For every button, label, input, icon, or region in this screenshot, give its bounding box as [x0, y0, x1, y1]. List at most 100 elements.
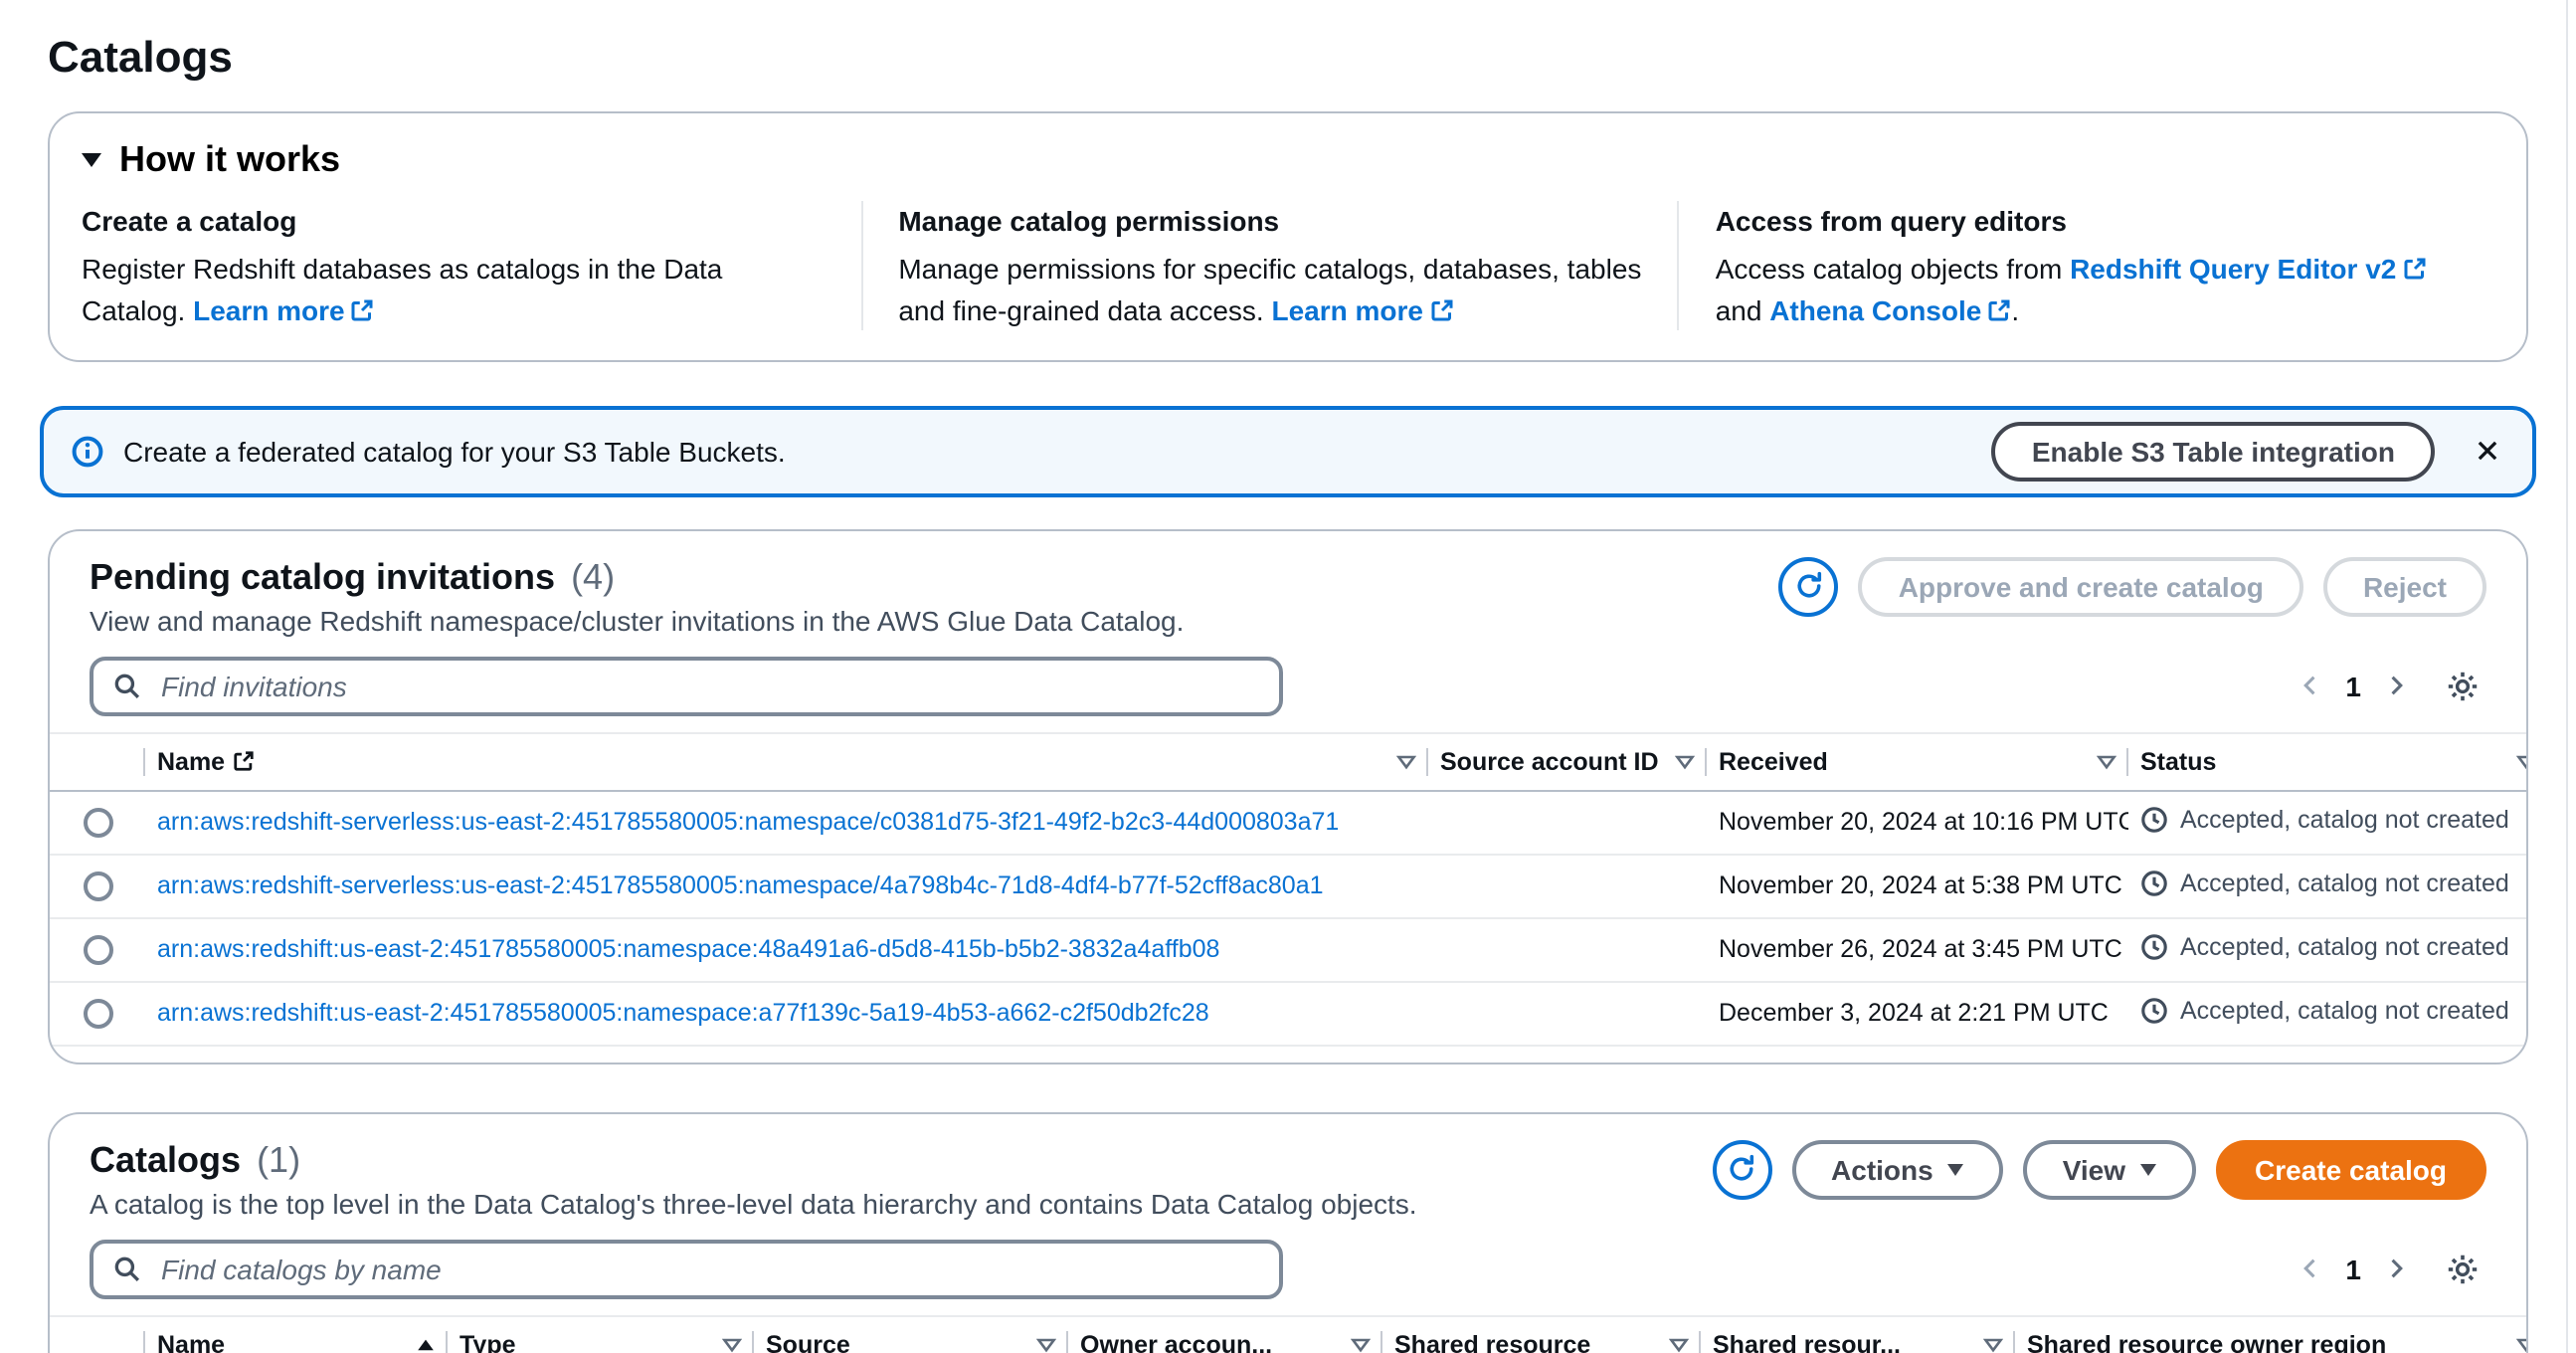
external-link-icon	[351, 297, 375, 321]
create-catalog-button[interactable]: Create catalog	[2215, 1140, 2486, 1200]
catalogs-header: Catalogs (1) A catalog is the top level …	[50, 1114, 2526, 1220]
how-it-works-toggle[interactable]: How it works	[82, 139, 340, 181]
column-header-name[interactable]: Name	[145, 733, 1428, 791]
athena-console-link[interactable]: Athena Console	[1769, 293, 2011, 325]
column-header-shared-resource-2[interactable]: Shared resour...	[1701, 1316, 2015, 1353]
next-page-button[interactable]	[2377, 670, 2415, 703]
row-radio[interactable]	[83, 871, 112, 901]
pending-invitations-count: (4)	[571, 557, 615, 599]
catalogs-header-text: Catalogs (1) A catalog is the top level …	[90, 1140, 1417, 1220]
column-header-source-account-id[interactable]: Source account ID	[1428, 733, 1707, 791]
catalogs-search-input[interactable]	[157, 1252, 1259, 1287]
selection-column-header	[50, 733, 145, 791]
status-badge: Accepted, catalog not created	[2140, 870, 2509, 897]
clock-icon	[2140, 997, 2168, 1025]
col-text: Register Redshift databases as catalogs …	[82, 250, 825, 330]
close-banner-button[interactable]	[2471, 431, 2504, 473]
catalogs-description: A catalog is the top level in the Data C…	[90, 1188, 1417, 1220]
info-banner: Create a federated catalog for your S3 T…	[40, 406, 2536, 497]
filter-caret-icon	[1669, 1337, 1689, 1353]
page-number[interactable]: 1	[2333, 667, 2373, 706]
row-radio[interactable]	[83, 935, 112, 965]
next-page-button[interactable]	[2377, 1253, 2415, 1286]
page: Catalogs How it works Create a catalog R…	[0, 0, 2576, 1353]
catalogs-actions: Actions View Create catalog	[1712, 1140, 2486, 1200]
pending-invitations-toolbar: 1	[50, 637, 2526, 732]
column-header-type[interactable]: Type	[448, 1316, 754, 1353]
catalogs-pagination: 1	[2292, 1248, 2486, 1291]
filter-caret-icon	[2516, 1337, 2528, 1353]
how-it-works-col-query-editors: Access from query editors Access catalog…	[1678, 201, 2494, 330]
status-badge: Accepted, catalog not created	[2140, 806, 2509, 834]
external-link-icon	[1987, 297, 2011, 321]
invitation-name-link[interactable]: arn:aws:redshift:us-east-2:451785580005:…	[157, 1000, 1209, 1028]
column-header-source[interactable]: Source	[754, 1316, 1068, 1353]
how-it-works-col-permissions: Manage catalog permissions Manage permis…	[860, 201, 1677, 330]
refresh-icon	[1794, 572, 1824, 602]
pending-invitations-description: View and manage Redshift namespace/clust…	[90, 605, 1184, 637]
row-radio[interactable]	[83, 999, 112, 1029]
invitations-search	[90, 657, 1283, 716]
invitation-name-link[interactable]: arn:aws:redshift-serverless:us-east-2:45…	[157, 809, 1339, 837]
learn-more-link[interactable]: Learn more	[193, 293, 375, 325]
table-row[interactable]: arn:aws:redshift-serverless:us-east-2:45…	[50, 855, 2528, 918]
refresh-button[interactable]	[1712, 1140, 1771, 1200]
refresh-button[interactable]	[1779, 557, 1839, 617]
table-row[interactable]: arn:aws:redshift-serverless:us-east-2:45…	[50, 791, 2528, 855]
page-title: Catalogs	[48, 32, 2528, 84]
chevron-right-icon	[2385, 1258, 2407, 1280]
info-icon	[72, 436, 103, 468]
table-row[interactable]: arn:aws:redshift:us-east-2:451785580005:…	[50, 918, 2528, 982]
column-header-shared-resource-owner-region[interactable]: Shared resource owner region	[2015, 1316, 2528, 1353]
filter-caret-icon	[1983, 1337, 2003, 1353]
invitation-name-link[interactable]: arn:aws:redshift:us-east-2:451785580005:…	[157, 936, 1219, 964]
column-header-shared-resource[interactable]: Shared resource	[1382, 1316, 1701, 1353]
invitations-search-input[interactable]	[157, 669, 1259, 704]
catalogs-table: Name Type Source Owner accoun... Shared …	[50, 1315, 2528, 1353]
column-header-owner-account[interactable]: Owner accoun...	[1068, 1316, 1382, 1353]
received-cell: November 26, 2024 at 3:45 PM UTC	[1707, 918, 2128, 982]
how-it-works-title: How it works	[119, 139, 340, 181]
catalogs-search	[90, 1240, 1283, 1299]
enable-s3-table-integration-button[interactable]: Enable S3 Table integration	[1992, 422, 2435, 482]
clock-icon	[2140, 870, 2168, 897]
redshift-query-editor-link[interactable]: Redshift Query Editor v2	[2070, 254, 2426, 286]
column-header-name[interactable]: Name	[145, 1316, 448, 1353]
approve-and-create-catalog-button[interactable]: Approve and create catalog	[1859, 557, 2303, 617]
how-it-works-columns: Create a catalog Register Redshift datab…	[82, 201, 2494, 330]
previous-page-button[interactable]	[2292, 670, 2329, 703]
view-dropdown-button[interactable]: View	[2023, 1140, 2195, 1200]
column-header-received[interactable]: Received	[1707, 733, 2128, 791]
pending-invitations-actions: Approve and create catalog Reject	[1779, 557, 2486, 617]
received-cell: November 20, 2024 at 10:16 PM UTC	[1707, 791, 2128, 855]
page-number[interactable]: 1	[2333, 1250, 2373, 1289]
page-scrollbar[interactable]	[2566, 0, 2568, 1353]
invitation-name-link[interactable]: arn:aws:redshift-serverless:us-east-2:45…	[157, 872, 1324, 900]
column-header-status[interactable]: Status	[2128, 733, 2528, 791]
table-preferences-button[interactable]	[2439, 665, 2486, 708]
filter-caret-icon	[1351, 1337, 1371, 1353]
status-badge: Accepted, catalog not created	[2140, 997, 2509, 1025]
learn-more-link[interactable]: Learn more	[1272, 293, 1454, 325]
external-link-icon	[1429, 297, 1453, 321]
pending-invitations-panel: Pending catalog invitations (4) View and…	[48, 529, 2528, 1064]
close-icon	[2475, 439, 2500, 465]
pending-invitations-header-text: Pending catalog invitations (4) View and…	[90, 557, 1184, 637]
table-row[interactable]: arn:aws:redshift:us-east-2:451785580005:…	[50, 982, 2528, 1046]
how-it-works-col-create: Create a catalog Register Redshift datab…	[82, 201, 860, 330]
previous-page-button[interactable]	[2292, 1253, 2329, 1286]
actions-dropdown-button[interactable]: Actions	[1791, 1140, 2003, 1200]
source-account-id-cell	[1428, 918, 1707, 982]
invitations-table-header-row: Name Source account ID Received Status	[50, 733, 2528, 791]
col-heading: Access from query editors	[1716, 201, 2459, 242]
pending-invitations-title: Pending catalog invitations	[90, 557, 555, 599]
filter-caret-icon	[1036, 1337, 1056, 1353]
table-preferences-button[interactable]	[2439, 1248, 2486, 1291]
filter-caret-icon	[1396, 754, 1416, 770]
row-radio[interactable]	[83, 808, 112, 838]
pending-invitations-header: Pending catalog invitations (4) View and…	[50, 531, 2526, 637]
search-icon	[113, 1256, 141, 1283]
reject-button[interactable]: Reject	[2323, 557, 2486, 617]
filter-caret-icon	[2516, 754, 2528, 770]
col-heading: Create a catalog	[82, 201, 825, 242]
